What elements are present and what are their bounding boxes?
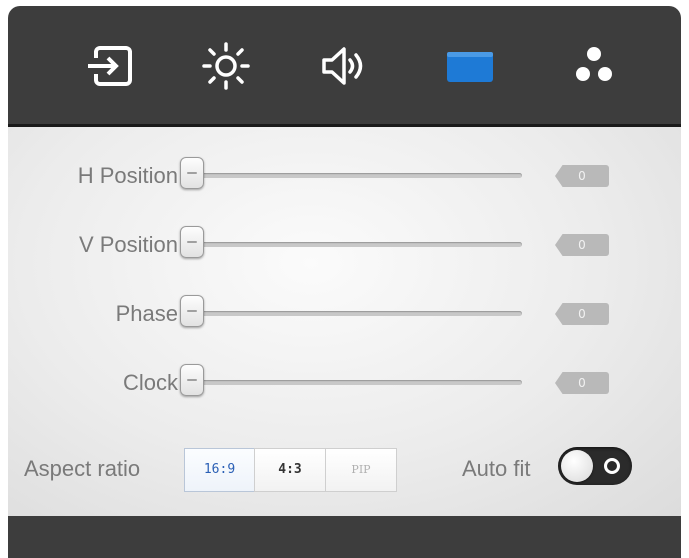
- aspect-pip-button[interactable]: PIP: [325, 448, 397, 492]
- h-position-value: 0: [555, 165, 609, 187]
- tab-color[interactable]: [564, 40, 624, 92]
- brightness-icon: [202, 42, 250, 90]
- tab-brightness[interactable]: [196, 40, 256, 92]
- aspect-16-9-button[interactable]: 16:9: [184, 448, 255, 492]
- h-position-track[interactable]: [186, 173, 522, 178]
- v-position-label: V Position: [78, 232, 178, 257]
- phase-knob[interactable]: [180, 295, 204, 327]
- phase-value: 0: [555, 303, 609, 325]
- bottom-bar: [8, 516, 681, 558]
- display-icon: [447, 52, 493, 82]
- h-position-knob[interactable]: [180, 157, 204, 189]
- clock-track[interactable]: [186, 380, 522, 385]
- toggle-thumb: [561, 450, 593, 482]
- clock-value: 0: [555, 372, 609, 394]
- clock-knob[interactable]: [180, 364, 204, 396]
- toggle-off-indicator-icon: [604, 458, 620, 474]
- color-dots-icon: [576, 47, 612, 81]
- h-position-label: H Position: [77, 163, 178, 188]
- clock-label: Clock: [122, 370, 178, 395]
- v-position-track[interactable]: [186, 242, 522, 247]
- aspect-ratio-label: Aspect ratio: [24, 456, 141, 481]
- volume-icon: [322, 47, 363, 85]
- tab-input-source[interactable]: [80, 40, 140, 92]
- osd-panel: H Position 0 V Position 0 Phase 0 Clock …: [0, 0, 689, 558]
- phase-track[interactable]: [186, 311, 522, 316]
- tab-volume[interactable]: [312, 40, 372, 92]
- auto-fit-label: Auto fit: [462, 456, 531, 481]
- tab-bar: [8, 6, 681, 124]
- input-source-icon: [88, 46, 132, 86]
- auto-fit-toggle[interactable]: [558, 447, 632, 485]
- v-position-value: 0: [555, 234, 609, 256]
- v-position-knob[interactable]: [180, 226, 204, 258]
- phase-label: Phase: [115, 301, 178, 326]
- tab-display[interactable]: [440, 40, 500, 92]
- aspect-4-3-button[interactable]: 4:3: [254, 448, 326, 492]
